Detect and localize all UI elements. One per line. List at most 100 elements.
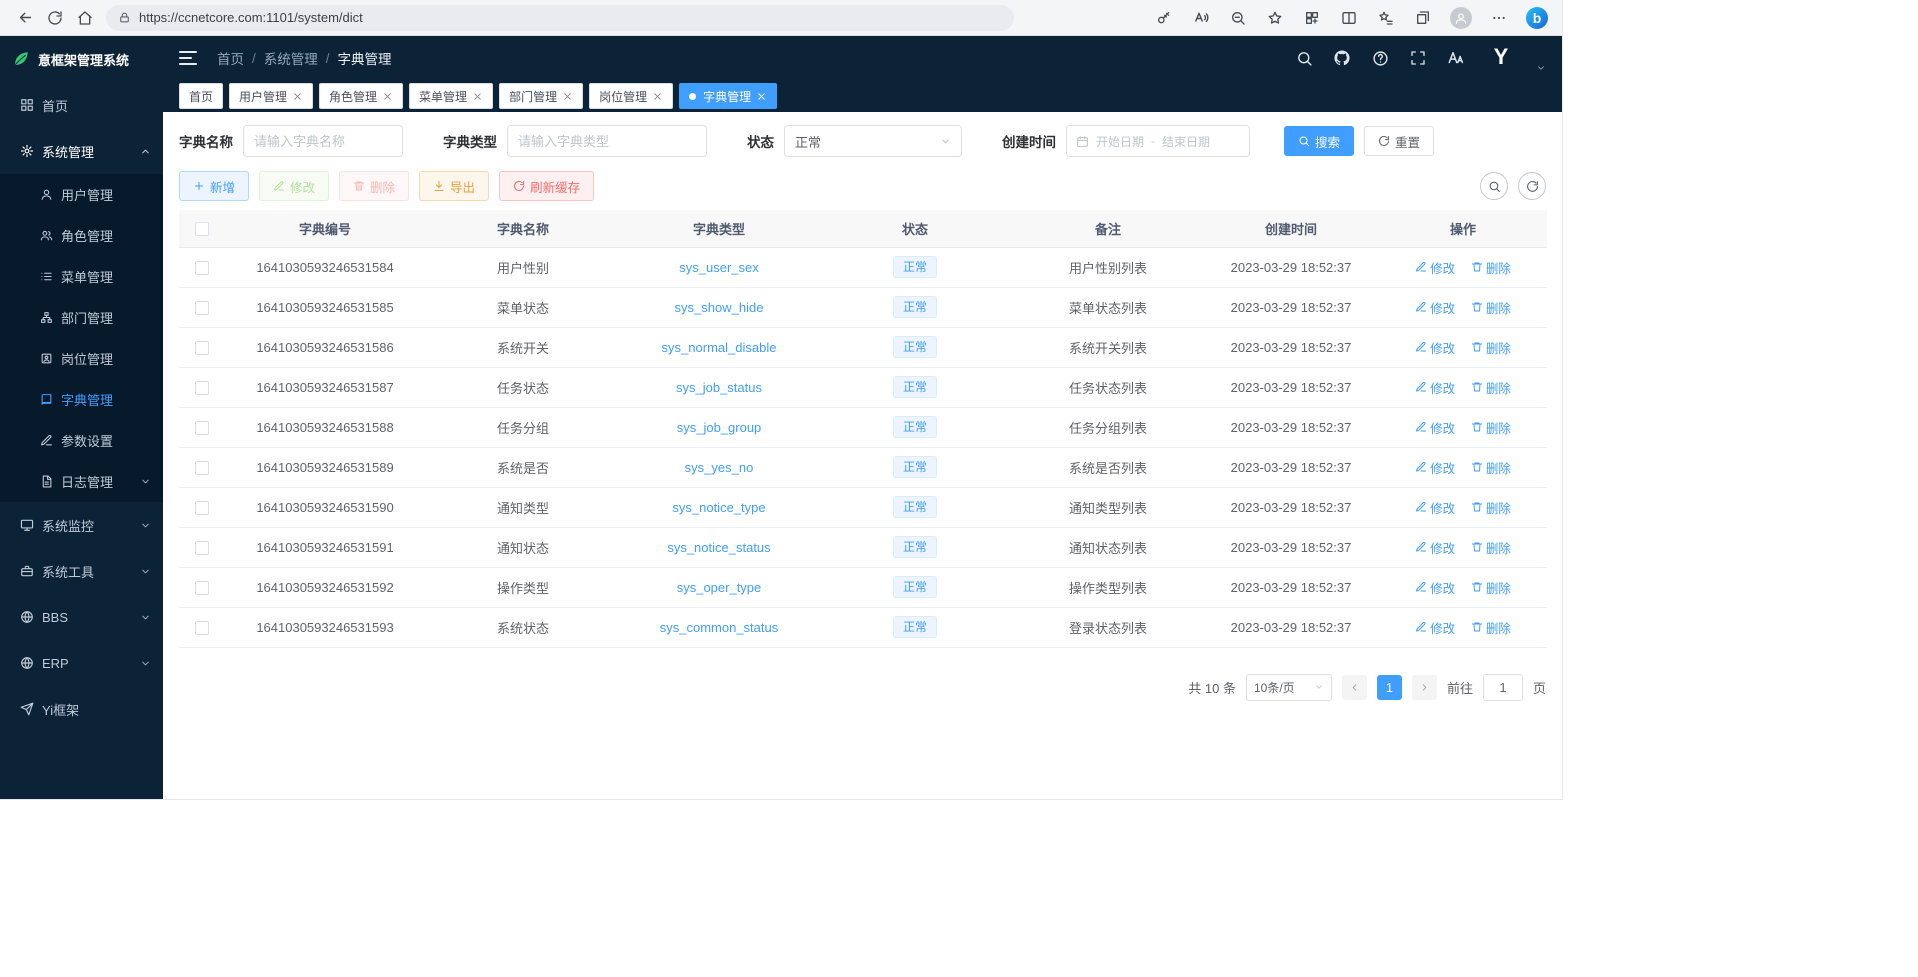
row-edit-button[interactable]: 修改 <box>1415 578 1455 597</box>
row-edit-button[interactable]: 修改 <box>1415 498 1455 517</box>
row-checkbox[interactable] <box>195 301 209 315</box>
favorites-bar-icon[interactable] <box>1376 8 1396 28</box>
copilot-icon[interactable]: b <box>1526 7 1548 29</box>
close-icon[interactable] <box>382 91 393 102</box>
search-button[interactable]: 搜索 <box>1284 126 1354 156</box>
row-delete-button[interactable]: 删除 <box>1471 298 1511 317</box>
read-aloud-icon[interactable] <box>1191 8 1211 28</box>
status-select[interactable]: 正常 <box>784 125 962 157</box>
row-edit-button[interactable]: 修改 <box>1415 338 1455 357</box>
row-checkbox[interactable] <box>195 461 209 475</box>
add-button[interactable]: 新增 <box>179 171 249 201</box>
sidebar-item-post-management[interactable]: 岗位管理 <box>0 338 163 379</box>
tab-user-management[interactable]: 用户管理 <box>229 83 313 109</box>
row-checkbox[interactable] <box>195 381 209 395</box>
dict-type-link[interactable]: sys_common_status <box>660 620 779 635</box>
hamburger-icon[interactable] <box>179 47 201 69</box>
row-checkbox[interactable] <box>195 541 209 555</box>
zoom-out-icon[interactable] <box>1228 8 1248 28</box>
refresh-cache-button[interactable]: 刷新缓存 <box>499 171 594 201</box>
close-icon[interactable] <box>756 91 767 102</box>
dict-type-link[interactable]: sys_notice_type <box>672 500 765 515</box>
tab-dict-management[interactable]: 字典管理 <box>679 83 777 109</box>
page-number-current[interactable]: 1 <box>1377 675 1402 700</box>
row-edit-button[interactable]: 修改 <box>1415 378 1455 397</box>
row-edit-button[interactable]: 修改 <box>1415 538 1455 557</box>
dict-type-link[interactable]: sys_job_status <box>676 380 762 395</box>
address-bar[interactable]: https://ccnetcore.com:1101/system/dict <box>106 5 1014 31</box>
password-key-icon[interactable] <box>1154 8 1174 28</box>
sidebar-item-system-monitor[interactable]: 系统监控 <box>0 502 163 548</box>
dict-type-link[interactable]: sys_user_sex <box>679 260 758 275</box>
dict-type-link[interactable]: sys_normal_disable <box>662 340 777 355</box>
dict-type-input[interactable] <box>507 125 707 157</box>
extensions-icon[interactable] <box>1302 8 1322 28</box>
sidebar-item-system-tools[interactable]: 系统工具 <box>0 548 163 594</box>
row-checkbox[interactable] <box>195 581 209 595</box>
sidebar-item-bbs[interactable]: BBS <box>0 594 163 640</box>
row-edit-button[interactable]: 修改 <box>1415 258 1455 277</box>
sidebar-item-system-management[interactable]: 系统管理 <box>0 128 163 174</box>
sidebar-item-yi-framework[interactable]: Yi框架 <box>0 686 163 732</box>
tab-menu-management[interactable]: 菜单管理 <box>409 83 493 109</box>
tab-dept-management[interactable]: 部门管理 <box>499 83 583 109</box>
hide-search-button[interactable] <box>1480 172 1508 200</box>
row-checkbox[interactable] <box>195 341 209 355</box>
close-icon[interactable] <box>472 91 483 102</box>
row-delete-button[interactable]: 删除 <box>1471 338 1511 357</box>
row-delete-button[interactable]: 删除 <box>1471 498 1511 517</box>
tab-post-management[interactable]: 岗位管理 <box>589 83 673 109</box>
row-delete-button[interactable]: 删除 <box>1471 538 1511 557</box>
goto-page-input[interactable] <box>1483 674 1523 701</box>
sidebar-item-user-management[interactable]: 用户管理 <box>0 174 163 215</box>
sidebar-item-dict-management[interactable]: 字典管理 <box>0 379 163 420</box>
collections-icon[interactable] <box>1413 8 1433 28</box>
breadcrumb-home[interactable]: 首页 <box>217 48 244 68</box>
dict-type-link[interactable]: sys_notice_status <box>667 540 770 555</box>
row-delete-button[interactable]: 删除 <box>1471 578 1511 597</box>
row-edit-button[interactable]: 修改 <box>1415 458 1455 477</box>
search-icon[interactable] <box>1294 48 1314 68</box>
close-icon[interactable] <box>292 91 303 102</box>
dict-type-link[interactable]: sys_yes_no <box>685 460 754 475</box>
export-button[interactable]: 导出 <box>419 171 489 201</box>
user-avatar-logo[interactable]: Y <box>1484 43 1518 73</box>
sidebar-item-dept-management[interactable]: 部门管理 <box>0 297 163 338</box>
dict-name-input[interactable] <box>243 125 403 157</box>
home-button[interactable] <box>70 4 100 32</box>
row-delete-button[interactable]: 删除 <box>1471 618 1511 637</box>
sidebar-item-param-settings[interactable]: 参数设置 <box>0 420 163 461</box>
sidebar-item-log-management[interactable]: 日志管理 <box>0 461 163 502</box>
row-delete-button[interactable]: 删除 <box>1471 258 1511 277</box>
page-size-select[interactable]: 10条/页 <box>1246 674 1332 701</box>
prev-page-button[interactable] <box>1342 675 1367 700</box>
edit-button[interactable]: 修改 <box>259 171 329 201</box>
sidebar-item-home[interactable]: 首页 <box>0 82 163 128</box>
favorites-add-icon[interactable] <box>1265 8 1285 28</box>
row-checkbox[interactable] <box>195 621 209 635</box>
font-size-icon[interactable] <box>1446 48 1466 68</box>
row-delete-button[interactable]: 删除 <box>1471 418 1511 437</box>
date-range-picker[interactable]: 开始日期 - 结束日期 <box>1066 125 1250 157</box>
refresh-table-button[interactable] <box>1518 172 1546 200</box>
sidebar-item-menu-management[interactable]: 菜单管理 <box>0 256 163 297</box>
row-checkbox[interactable] <box>195 421 209 435</box>
tab-home[interactable]: 首页 <box>179 83 223 109</box>
github-icon[interactable] <box>1332 48 1352 68</box>
dict-type-link[interactable]: sys_oper_type <box>677 580 762 595</box>
profile-avatar[interactable] <box>1450 7 1472 29</box>
sidebar-item-role-management[interactable]: 角色管理 <box>0 215 163 256</box>
reset-button[interactable]: 重置 <box>1364 126 1434 156</box>
close-icon[interactable] <box>652 91 663 102</box>
refresh-button[interactable] <box>40 4 70 32</box>
fullscreen-icon[interactable] <box>1408 48 1428 68</box>
sidebar-item-erp[interactable]: ERP <box>0 640 163 686</box>
more-menu-icon[interactable] <box>1489 8 1509 28</box>
row-checkbox[interactable] <box>195 261 209 275</box>
breadcrumb-system[interactable]: 系统管理 <box>264 48 318 68</box>
delete-button[interactable]: 删除 <box>339 171 409 201</box>
row-edit-button[interactable]: 修改 <box>1415 418 1455 437</box>
dict-type-link[interactable]: sys_show_hide <box>675 300 764 315</box>
help-icon[interactable] <box>1370 48 1390 68</box>
select-all-checkbox[interactable] <box>195 222 209 236</box>
